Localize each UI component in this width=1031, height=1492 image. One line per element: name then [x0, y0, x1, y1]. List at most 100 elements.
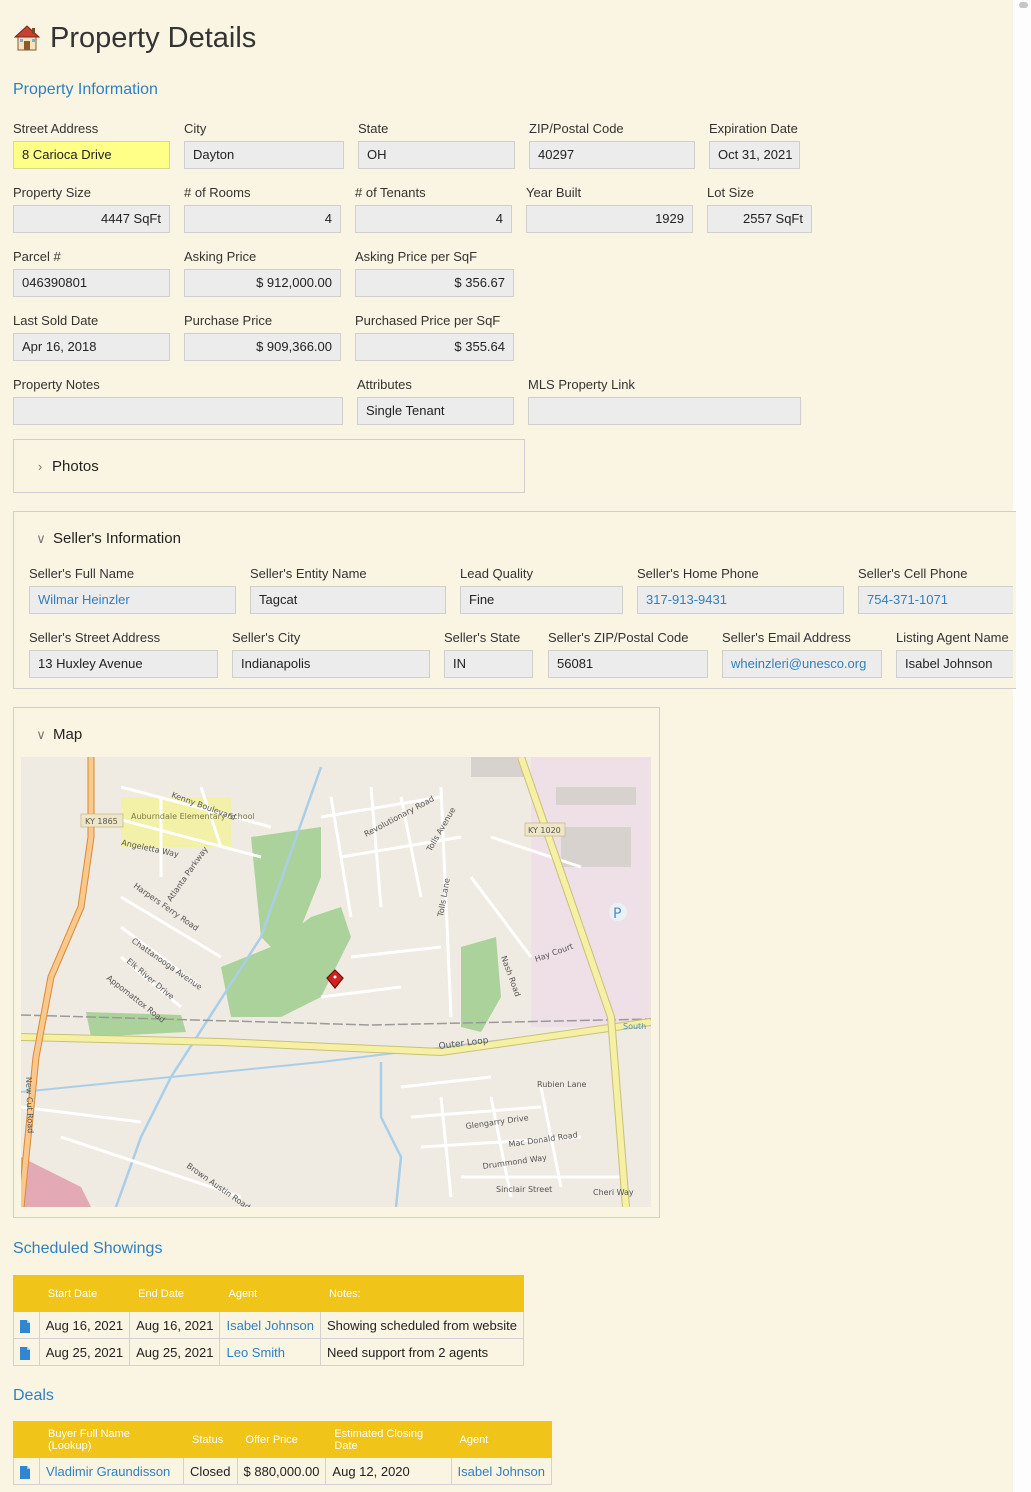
seller-title: Seller's Information — [53, 530, 181, 547]
listing-agent-field[interactable]: Isabel Johnson — [896, 650, 1013, 678]
lot-size-label: Lot Size — [707, 185, 754, 200]
expiration-date-label: Expiration Date — [709, 121, 798, 136]
property-notes-field[interactable] — [13, 397, 343, 425]
state-label: State — [358, 121, 389, 136]
seller-email-field[interactable]: wheinzleri@unesco.org — [722, 650, 882, 678]
seller-zip-field[interactable]: 56081 — [548, 650, 708, 678]
page-title-text: Property Details — [50, 21, 257, 54]
showing-agent-link[interactable]: Leo Smith — [219, 1338, 321, 1366]
cell-phone-field[interactable]: 754-371-1071 — [858, 586, 1013, 614]
seller-city-field[interactable]: Indianapolis — [232, 650, 430, 678]
lot-size-field[interactable]: 2557 SqFt — [707, 205, 812, 233]
seller-state-field[interactable]: IN — [444, 650, 533, 678]
state-field[interactable]: OH — [358, 141, 515, 169]
seller-street-field[interactable]: 13 Huxley Avenue — [29, 650, 218, 678]
deals-col-price[interactable]: Offer Price — [236, 1421, 327, 1458]
chevron-down-icon: ∨ — [36, 530, 46, 546]
cell-phone-label: Seller's Cell Phone — [858, 566, 968, 581]
deals-col-buyer[interactable]: Buyer Full Name (Lookup) — [38, 1421, 185, 1458]
purchased-price-sqf-field[interactable]: $ 355.64 — [355, 333, 514, 361]
showing-notes: Need support from 2 agents — [319, 1338, 525, 1366]
deal-price: $ 880,000.00 — [236, 1457, 327, 1485]
asking-price-label: Asking Price — [184, 249, 257, 264]
map-label-rubien: Rubien Lane — [537, 1080, 587, 1089]
purchased-price-sqf-label: Purchased Price per SqF — [355, 313, 501, 328]
document-icon[interactable] — [20, 1465, 30, 1479]
seller-zip-label: Seller's ZIP/Postal Code — [548, 630, 689, 645]
expiration-date-field[interactable]: Oct 31, 2021 — [709, 141, 800, 169]
year-built-field[interactable]: 1929 — [526, 205, 693, 233]
photos-header[interactable]: › Photos — [34, 458, 99, 475]
parcel-label: Parcel # — [13, 249, 61, 264]
deal-status: Closed — [183, 1457, 238, 1485]
showings-title: Scheduled Showings — [13, 1240, 163, 1257]
row-doc-cell[interactable] — [13, 1338, 40, 1366]
table-row[interactable]: Vladimir Graundisson Closed $ 880,000.00… — [13, 1457, 553, 1485]
street-address-field[interactable]: 8 Carioca Drive — [13, 141, 170, 169]
street-address-label: Street Address — [13, 121, 99, 136]
seller-entity-field[interactable]: Tagcat — [250, 586, 446, 614]
vertical-scrollbar[interactable] — [1013, 0, 1031, 1492]
showing-end: Aug 25, 2021 — [129, 1338, 221, 1366]
deal-buyer-link[interactable]: Vladimir Graundisson — [38, 1457, 185, 1485]
city-label: City — [184, 121, 207, 136]
attributes-label: Attributes — [357, 377, 412, 392]
map-label-ky1865: KY 1865 — [85, 817, 118, 826]
rooms-field[interactable]: 4 — [184, 205, 341, 233]
deals-header-row: Buyer Full Name (Lookup) Status Offer Pr… — [13, 1421, 553, 1458]
asking-price-sqf-field[interactable]: $ 356.67 — [355, 269, 514, 297]
last-sold-date-field[interactable]: Apr 16, 2018 — [13, 333, 170, 361]
map-view[interactable]: KY 1865 KY 1020 Auburndale Elementary Sc… — [21, 757, 651, 1207]
photos-panel[interactable]: › Photos — [13, 439, 525, 493]
property-size-label: Property Size — [13, 185, 92, 200]
seller-entity-label: Seller's Entity Name — [250, 566, 367, 581]
deals-table: Buyer Full Name (Lookup) Status Offer Pr… — [13, 1421, 553, 1485]
showings-col-notes[interactable]: Notes: — [319, 1275, 525, 1312]
deals-icon-header — [13, 1421, 40, 1458]
table-row[interactable]: Aug 25, 2021 Aug 25, 2021 Leo Smith Need… — [13, 1338, 525, 1366]
scrollbar-thumb[interactable] — [1019, 2, 1028, 8]
deal-agent-link[interactable]: Isabel Johnson — [450, 1457, 553, 1485]
document-icon[interactable] — [20, 1346, 30, 1360]
year-built-label: Year Built — [526, 185, 582, 200]
city-field[interactable]: Dayton — [184, 141, 344, 169]
showings-col-agent[interactable]: Agent — [219, 1275, 321, 1312]
asking-price-sqf-label: Asking Price per SqF — [355, 249, 478, 264]
deal-closing: Aug 12, 2020 — [325, 1457, 452, 1485]
tenants-field[interactable]: 4 — [355, 205, 512, 233]
rooms-label: # of Rooms — [184, 185, 251, 200]
seller-city-label: Seller's City — [232, 630, 301, 645]
table-row[interactable]: Aug 16, 2021 Aug 16, 2021 Isabel Johnson… — [13, 1311, 525, 1339]
zip-field[interactable]: 40297 — [529, 141, 695, 169]
asking-price-field[interactable]: $ 912,000.00 — [184, 269, 341, 297]
showing-notes: Showing scheduled from website — [319, 1311, 525, 1339]
map-label-ky1020: KY 1020 — [528, 826, 561, 835]
row-doc-cell[interactable] — [13, 1457, 40, 1485]
seller-full-name-field[interactable]: Wilmar Heinzler — [29, 586, 236, 614]
showing-end: Aug 16, 2021 — [129, 1311, 221, 1339]
house-icon — [13, 25, 41, 51]
deals-col-status[interactable]: Status — [183, 1421, 238, 1458]
property-info-title: Property Information — [13, 81, 158, 98]
deals-col-agent[interactable]: Agent — [450, 1421, 553, 1458]
map-label-cheri: Cheri Way — [593, 1188, 634, 1197]
home-phone-field[interactable]: 317-913-9431 — [637, 586, 844, 614]
document-icon[interactable] — [20, 1319, 30, 1333]
seller-header[interactable]: ∨ Seller's Information — [35, 530, 181, 547]
showings-col-start[interactable]: Start Date — [38, 1275, 131, 1312]
parcel-field[interactable]: 046390801 — [13, 269, 170, 297]
mls-link-field[interactable] — [528, 397, 801, 425]
row-doc-cell[interactable] — [13, 1311, 40, 1339]
showings-col-end[interactable]: End Date — [129, 1275, 221, 1312]
tenants-label: # of Tenants — [355, 185, 426, 200]
map-title: Map — [53, 726, 83, 743]
deals-title: Deals — [13, 1387, 54, 1404]
purchase-price-field[interactable]: $ 909,366.00 — [184, 333, 341, 361]
showing-agent-link[interactable]: Isabel Johnson — [219, 1311, 321, 1339]
map-header[interactable]: ∨ Map — [35, 726, 82, 743]
attributes-field[interactable]: Single Tenant — [357, 397, 514, 425]
lead-quality-field[interactable]: Fine — [460, 586, 623, 614]
deals-col-closing[interactable]: Estimated Closing Date — [325, 1421, 452, 1458]
seller-state-label: Seller's State — [444, 630, 521, 645]
property-size-field[interactable]: 4447 SqFt — [13, 205, 170, 233]
